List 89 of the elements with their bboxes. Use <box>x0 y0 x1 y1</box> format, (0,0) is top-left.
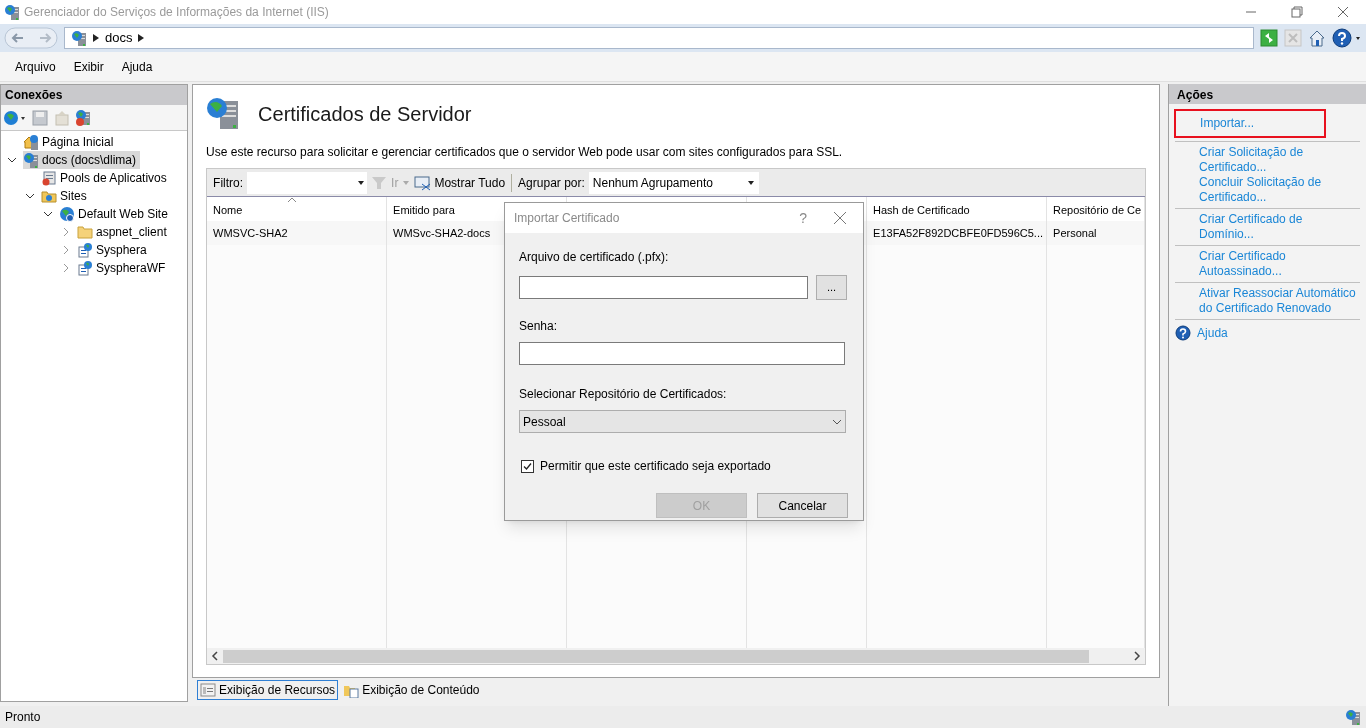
show-all-button[interactable]: Mostrar Tudo <box>414 173 506 192</box>
show-all-icon <box>414 174 433 191</box>
column-header[interactable]: Emitido para <box>393 201 455 218</box>
action-link[interactable]: Ativar Reassociar Automático do Certificado Renovado <box>1175 286 1360 316</box>
description: Use este recurso para solicitar e gerenciar certificados que o servidor Web pode usar com sites configurados para SSL. <box>206 144 844 161</box>
password-input[interactable] <box>519 342 845 365</box>
folder-globe-icon <box>41 188 57 204</box>
field-label: Arquivo de certificado (.pfx): <box>519 249 670 266</box>
menu-item[interactable]: Exibir <box>66 57 111 76</box>
column-header[interactable]: Repositório de Ce <box>1053 201 1142 218</box>
breadcrumb[interactable]: docs <box>105 28 133 48</box>
action-link[interactable]: Concluir Solicitação de Certificado... <box>1175 175 1360 205</box>
app-globe-icon <box>77 260 93 276</box>
home-icon <box>23 134 39 150</box>
column-header[interactable]: Nome <box>213 201 243 218</box>
dropdown-arrow-icon <box>357 179 366 186</box>
breadcrumb-arrow-icon <box>93 34 99 42</box>
tree-item[interactable]: Sysphera <box>77 241 151 259</box>
table-cell-text: WMSVC-SHA2 <box>213 225 288 241</box>
expanded-chevron-icon[interactable] <box>25 191 35 201</box>
server-globe-icon <box>1345 709 1361 725</box>
home-icon[interactable] <box>1308 29 1326 47</box>
globe-icon <box>59 206 75 222</box>
table-cell-text: WMSvc-SHA2-docs <box>393 225 491 241</box>
expanded-chevron-icon[interactable] <box>43 209 53 219</box>
panel-header: Conexões <box>1 85 188 105</box>
action-link[interactable]: Criar Certificado de Domínio... <box>1175 212 1360 242</box>
features-view-icon <box>200 682 217 698</box>
action-link[interactable]: Criar Certificado Autoassinado... <box>1175 249 1360 279</box>
dropdown-arrow-icon <box>402 179 411 186</box>
tree-item[interactable]: docs (docs\dlima) <box>23 151 141 169</box>
app-globe-icon <box>77 242 93 258</box>
app-icon <box>4 4 20 20</box>
filter-label: Filtro: <box>213 174 244 192</box>
connect-icon[interactable] <box>3 108 27 127</box>
checkbox-label[interactable]: Permitir que este certificado seja exportado <box>540 457 771 475</box>
table-cell-text: E13FA52F892DCBFE0FD596C5... <box>873 225 1044 241</box>
expanded-chevron-icon[interactable] <box>7 155 17 165</box>
tree-item[interactable]: Pools de Aplicativos <box>41 169 171 187</box>
window-title: Gerenciador do Serviços de Informações da Internet (IIS) <box>24 4 329 21</box>
cancel-button[interactable]: Cancelar <box>757 493 848 518</box>
server-globe-icon <box>71 30 87 46</box>
sort-icon <box>287 197 298 203</box>
view-tab[interactable]: Exibição de Recursos <box>197 680 339 700</box>
group-by-dropdown[interactable]: Nenhum Agrupamento <box>588 171 759 194</box>
collapsed-chevron-icon[interactable] <box>61 245 71 255</box>
chevron-icon <box>832 418 842 425</box>
action-link[interactable]: Criar Solicitação de Certificado... <box>1175 145 1360 175</box>
refresh-icon[interactable] <box>1260 29 1278 47</box>
filter-field[interactable] <box>247 171 368 194</box>
panel-header: Ações <box>1169 84 1366 104</box>
collapsed-chevron-icon[interactable] <box>61 263 71 273</box>
help-icon[interactable] <box>1332 28 1362 48</box>
tree-item[interactable]: aspnet_client <box>77 223 171 241</box>
disconnect-icon[interactable] <box>75 108 93 127</box>
table-cell-text: Personal <box>1053 225 1097 241</box>
tree-item[interactable]: SyspheraWF <box>77 259 170 277</box>
back-forward-icon[interactable] <box>4 27 58 49</box>
collapsed-chevron-icon[interactable] <box>61 227 71 237</box>
view-tab[interactable]: Exibição de Conteúdo <box>340 680 483 700</box>
server-globe-icon <box>23 152 39 168</box>
scrollbar-thumb[interactable] <box>223 649 1090 663</box>
page-title: Certificados de Servidor <box>258 102 472 127</box>
field-label: Senha: <box>519 318 559 335</box>
action-link[interactable]: Importar... <box>1174 109 1327 138</box>
checkbox[interactable] <box>521 459 534 473</box>
menu-item[interactable]: Arquivo <box>8 57 63 76</box>
store-dropdown[interactable]: Pessoal <box>519 410 846 433</box>
tree-item[interactable]: Sites <box>41 187 91 205</box>
help-link[interactable]: Ajuda <box>1197 324 1228 342</box>
menu-item[interactable]: Ajuda <box>114 57 160 76</box>
file-input[interactable] <box>519 276 808 299</box>
address-field[interactable]: docs <box>64 27 1254 49</box>
dialog-title: Importar Certificado <box>514 210 620 227</box>
help-button[interactable]: ? <box>799 207 807 229</box>
field-label: Selecionar Repositório de Certificados: <box>519 386 728 403</box>
status-text: Pronto <box>5 709 41 726</box>
browse-button[interactable]: ... <box>816 275 847 300</box>
folder-icon <box>77 224 93 240</box>
tree-item[interactable]: Página Inicial <box>23 133 118 151</box>
column-header[interactable]: Hash de Certificado <box>873 201 970 218</box>
pool-icon <box>41 170 57 186</box>
help-icon <box>1175 325 1192 341</box>
filter-icon <box>371 174 388 191</box>
close-icon[interactable] <box>833 211 847 225</box>
group-by-label: Agrupar por: <box>518 174 585 192</box>
dropdown-arrow-icon <box>746 179 755 186</box>
tree-item[interactable]: Default Web Site <box>59 205 172 223</box>
breadcrumb-arrow-icon <box>138 34 145 42</box>
